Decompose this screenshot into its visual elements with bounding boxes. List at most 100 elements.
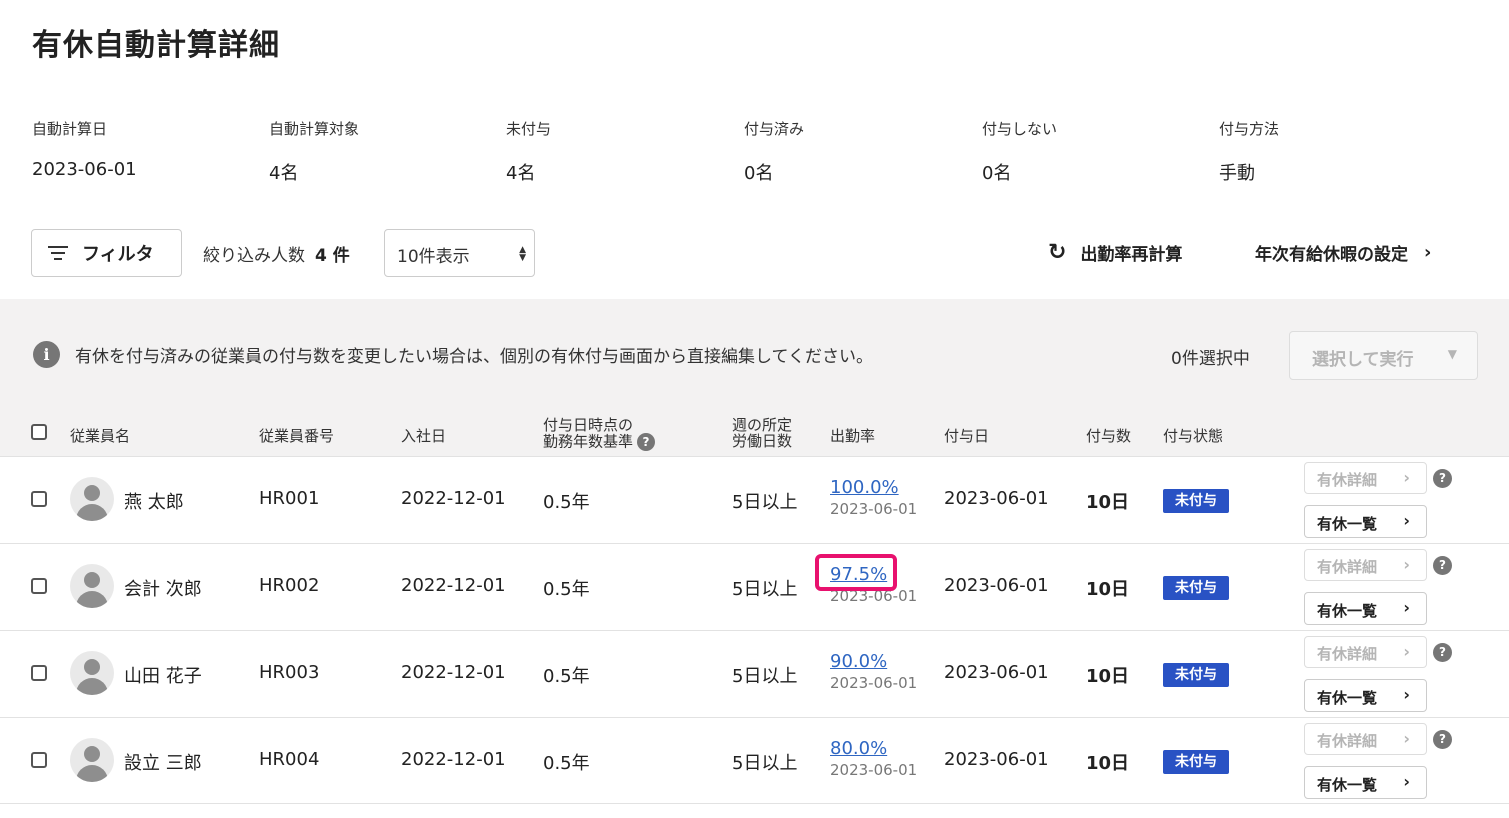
chevron-right-icon: › bbox=[1403, 598, 1410, 617]
hire-date: 2022-12-01 bbox=[401, 575, 506, 596]
row-checkbox[interactable] bbox=[31, 491, 47, 507]
summary-value: 0名 bbox=[982, 163, 1012, 184]
leave-settings-link[interactable]: 年次有給休暇の設定 › bbox=[1255, 240, 1431, 265]
help-icon[interactable]: ? bbox=[1433, 469, 1452, 488]
info-icon: i bbox=[33, 341, 60, 368]
notice: i 有休を付与済みの従業員の付与数を変更したい場合は、個別の有休付与画面から直接… bbox=[33, 341, 873, 368]
chevron-right-icon: › bbox=[1403, 642, 1410, 661]
hire-date: 2022-12-01 bbox=[401, 488, 506, 509]
grant-count: 10日 bbox=[1086, 579, 1130, 600]
attendance-rate-date: 2023-06-01 bbox=[830, 500, 918, 518]
help-icon[interactable]: ? bbox=[1433, 643, 1452, 662]
row-checkbox[interactable] bbox=[31, 665, 47, 681]
header-grant-count: 付与数 bbox=[1086, 427, 1132, 445]
notice-text: 有休を付与済みの従業員の付与数を変更したい場合は、個別の有休付与画面から直接編集… bbox=[75, 347, 873, 367]
select-arrows-icon: ▲ ▼ bbox=[519, 245, 526, 263]
employee-number: HR004 bbox=[259, 749, 320, 770]
summary-label: 自動計算日 bbox=[32, 120, 108, 138]
filter-button[interactable]: フィルタ bbox=[31, 229, 182, 277]
help-icon[interactable]: ? bbox=[637, 433, 656, 451]
summary-label: 付与しない bbox=[982, 120, 1058, 138]
attendance-rate-link[interactable]: 100.0% bbox=[830, 477, 917, 498]
execute-label: 選択して実行 bbox=[1312, 350, 1414, 370]
weekly-workdays: 5日以上 bbox=[732, 579, 798, 600]
attendance-rate-date: 2023-06-01 bbox=[830, 674, 918, 692]
avatar bbox=[70, 738, 114, 782]
hire-date: 2022-12-01 bbox=[401, 749, 506, 770]
summary-value: 2023-06-01 bbox=[32, 159, 137, 180]
summary-label: 付与方法 bbox=[1219, 120, 1280, 138]
summary-value: 0名 bbox=[744, 163, 774, 184]
summary-not-granted: 付与しない 0名 bbox=[982, 118, 1057, 185]
leave-detail-button[interactable]: 有休詳細 › bbox=[1304, 723, 1427, 755]
weekly-workdays: 5日以上 bbox=[732, 492, 798, 513]
header-workdays-line2: 労働日数 bbox=[732, 432, 793, 450]
table-row: 山田 花子 HR003 2022-12-01 0.5年 5日以上 90.0% 2… bbox=[0, 630, 1509, 717]
filter-count: 絞り込み人数 4 件 bbox=[203, 241, 350, 266]
weekly-workdays: 5日以上 bbox=[732, 666, 798, 687]
help-icon[interactable]: ? bbox=[1433, 730, 1452, 749]
summary-granted: 付与済み 0名 bbox=[744, 118, 804, 185]
page-title: 有休自動計算詳細 bbox=[32, 28, 280, 63]
status-badge: 未付与 bbox=[1163, 576, 1229, 600]
chevron-right-icon: › bbox=[1403, 468, 1410, 487]
grant-count: 10日 bbox=[1086, 492, 1130, 513]
recalc-button[interactable]: ↻ 出勤率再計算 bbox=[1048, 240, 1182, 265]
help-icon[interactable]: ? bbox=[1433, 556, 1452, 575]
header-status: 付与状態 bbox=[1163, 427, 1224, 445]
employee-number: HR001 bbox=[259, 488, 320, 509]
header-workdays: 週の所定 労働日数 bbox=[732, 417, 792, 449]
header-years-line2: 勤務年数基準? bbox=[543, 433, 656, 451]
summary-value: 4名 bbox=[506, 163, 536, 184]
execute-selected-button[interactable]: 選択して実行 ▼ bbox=[1289, 331, 1478, 380]
summary-label: 自動計算対象 bbox=[269, 120, 360, 138]
row-checkbox[interactable] bbox=[31, 578, 47, 594]
filter-count-label: 絞り込み人数 bbox=[203, 246, 305, 266]
header-number: 従業員番号 bbox=[259, 427, 335, 445]
page-size-select[interactable]: 10件表示 ▲ ▼ bbox=[384, 229, 535, 277]
table-row: 会計 次郎 HR002 2022-12-01 0.5年 5日以上 97.5% 2… bbox=[0, 543, 1509, 630]
attendance-rate: 90.0% 2023-06-01 bbox=[830, 651, 917, 692]
table-row: 燕 太郎 HR001 2022-12-01 0.5年 5日以上 100.0% 2… bbox=[0, 456, 1509, 543]
header-name: 従業員名 bbox=[70, 427, 131, 445]
employee-name: 会計 次郎 bbox=[124, 579, 202, 600]
summary-value: 手動 bbox=[1219, 163, 1255, 184]
attendance-rate-link[interactable]: 80.0% bbox=[830, 738, 917, 759]
header-years-line1: 付与日時点の bbox=[543, 416, 634, 434]
chevron-right-icon: › bbox=[1424, 242, 1432, 263]
status-badge: 未付与 bbox=[1163, 750, 1229, 774]
leave-detail-button[interactable]: 有休詳細 › bbox=[1304, 462, 1427, 494]
summary-ungranted: 未付与 4名 bbox=[506, 118, 551, 185]
leave-detail-button[interactable]: 有休詳細 › bbox=[1304, 549, 1427, 581]
leave-list-button[interactable]: 有休一覧 › bbox=[1304, 505, 1427, 538]
refresh-icon: ↻ bbox=[1048, 239, 1067, 265]
leave-list-button[interactable]: 有休一覧 › bbox=[1304, 679, 1427, 712]
leave-list-button[interactable]: 有休一覧 › bbox=[1304, 592, 1427, 625]
grant-count: 10日 bbox=[1086, 753, 1130, 774]
table-panel: i 有休を付与済みの従業員の付与数を変更したい場合は、個別の有休付与画面から直接… bbox=[0, 299, 1509, 456]
select-all-checkbox[interactable] bbox=[31, 424, 47, 440]
header-hire-date: 入社日 bbox=[401, 427, 447, 445]
attendance-rate-date: 2023-06-01 bbox=[830, 761, 918, 779]
chevron-right-icon: › bbox=[1403, 511, 1410, 530]
header-workdays-line1: 週の所定 bbox=[732, 416, 793, 434]
chevron-right-icon: › bbox=[1403, 729, 1410, 748]
filter-count-value: 4 件 bbox=[315, 246, 350, 266]
attendance-rate-link[interactable]: 90.0% bbox=[830, 651, 917, 672]
caret-down-icon: ▼ bbox=[1447, 347, 1457, 361]
summary-target: 自動計算対象 4名 bbox=[269, 118, 359, 185]
summary-calc-date: 自動計算日 2023-06-01 bbox=[32, 118, 137, 180]
chevron-right-icon: › bbox=[1403, 685, 1410, 704]
service-years: 0.5年 bbox=[543, 492, 590, 513]
leave-list-button[interactable]: 有休一覧 › bbox=[1304, 766, 1427, 799]
employee-number: HR002 bbox=[259, 575, 320, 596]
selected-count: 0件選択中 bbox=[1171, 349, 1250, 369]
avatar bbox=[70, 651, 114, 695]
employee-name: 山田 花子 bbox=[124, 666, 202, 687]
row-checkbox[interactable] bbox=[31, 752, 47, 768]
summary-panel: 自動計算日 2023-06-01 自動計算対象 4名 未付与 4名 付与済み 0… bbox=[32, 118, 1492, 198]
hire-date: 2022-12-01 bbox=[401, 662, 506, 683]
leave-detail-button[interactable]: 有休詳細 › bbox=[1304, 636, 1427, 668]
grant-date: 2023-06-01 bbox=[944, 488, 1049, 509]
chevron-right-icon: › bbox=[1403, 555, 1410, 574]
